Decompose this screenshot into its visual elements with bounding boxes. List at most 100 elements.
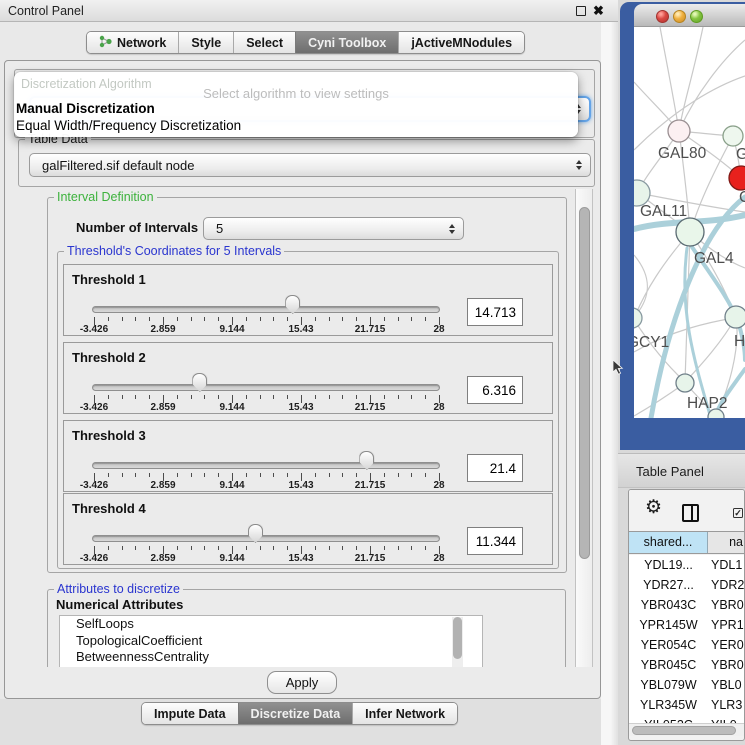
settings-scrollbar[interactable]: [575, 189, 593, 667]
table-rows: YDL19...YDL1YDR27...YDR2YBR043CYBR0YPR14…: [629, 555, 745, 723]
table-row[interactable]: YBL079WYBL0: [629, 675, 745, 695]
apply-button[interactable]: Apply: [267, 671, 337, 694]
threshold-value-field[interactable]: 21.4: [467, 454, 523, 482]
table-data-combo[interactable]: galFiltered.sif default node: [29, 153, 591, 177]
num-intervals-combo[interactable]: 5: [203, 217, 464, 240]
tab-jactivemnodules[interactable]: jActiveMNodules: [398, 32, 524, 53]
network-node-h[interactable]: [725, 306, 745, 328]
column-header-name[interactable]: na: [708, 532, 745, 553]
table-row[interactable]: YBR043CYBR0: [629, 595, 745, 615]
numerical-attributes-list: SelfLoopsTopologicalCoefficientBetweenne…: [59, 615, 483, 667]
combo-arrows-icon: [576, 160, 582, 170]
threshold-value-field[interactable]: 6.316: [467, 376, 523, 404]
table-row[interactable]: YLR345WYLR3: [629, 695, 745, 715]
network-node-hap2[interactable]: [676, 374, 694, 392]
tab-label: Discretize Data: [251, 707, 341, 721]
cell-name[interactable]: YER0: [708, 635, 745, 655]
table-row[interactable]: YPR145WYPR1: [629, 615, 745, 635]
cell-shared-name[interactable]: YDR27...: [629, 575, 708, 595]
attribute-list-item[interactable]: BetweennessCentrality: [60, 649, 482, 666]
threshold-slider-track[interactable]: [92, 535, 440, 542]
network-node-ga[interactable]: [723, 126, 743, 146]
cell-name[interactable]: YIL0: [708, 715, 745, 723]
column-header-shared-name[interactable]: shared...: [629, 532, 708, 553]
cell-name[interactable]: YLR3: [708, 695, 745, 715]
network-window-titlebar[interactable]: [634, 4, 745, 27]
tab-impute-data[interactable]: Impute Data: [142, 703, 238, 724]
threshold-value-field[interactable]: 14.713: [467, 298, 523, 326]
network-edge: [660, 27, 679, 131]
close-icon[interactable]: ✖: [593, 3, 604, 19]
table-row[interactable]: YBR045CYBR0: [629, 655, 745, 675]
network-node-gcy1[interactable]: [634, 308, 642, 328]
cell-name[interactable]: YDL1: [708, 555, 745, 575]
cell-shared-name[interactable]: YIL052C: [629, 715, 708, 723]
float-window-icon[interactable]: [576, 6, 586, 16]
algorithm-dropdown-popup: Discretization Algorithm Select algorith…: [14, 72, 578, 137]
dropdown-item-equal-width[interactable]: Equal Width/Frequency Discretization: [16, 118, 241, 133]
network-node-label: GAL80: [658, 145, 707, 162]
table-hscrollbar[interactable]: [629, 723, 745, 736]
network-node-label: GAL4: [694, 250, 734, 267]
tab-discretize-data[interactable]: Discretize Data: [238, 703, 353, 724]
threshold-value-field[interactable]: 11.344: [467, 527, 523, 555]
threshold-slider-track[interactable]: [92, 384, 440, 391]
cell-name[interactable]: YDR2: [708, 575, 745, 595]
table-row[interactable]: YER054CYER0: [629, 635, 745, 655]
tab-style[interactable]: Style: [178, 32, 233, 53]
cell-name[interactable]: YBR0: [708, 595, 745, 615]
checkbox-icon[interactable]: ✓: [733, 508, 743, 518]
columns-icon[interactable]: [682, 504, 699, 522]
table-row[interactable]: YDL19...YDL1: [629, 555, 745, 575]
cell-shared-name[interactable]: YDL19...: [629, 555, 708, 575]
threshold-box: Threshold 4 -3.4262.8599.14415.4321.7152…: [63, 493, 553, 565]
close-traffic-light-icon[interactable]: [656, 10, 669, 23]
threshold-label: Threshold 1: [72, 272, 146, 287]
num-intervals-value: 5: [216, 221, 223, 236]
threshold-slider-track[interactable]: [92, 306, 440, 313]
screen: Control Panel ✖ NetworkStyleSelectCyni T…: [0, 0, 745, 745]
tab-select[interactable]: Select: [233, 32, 295, 53]
table-row[interactable]: YDR27...YDR2: [629, 575, 745, 595]
cell-shared-name[interactable]: YBR045C: [629, 655, 708, 675]
interval-definition-title: Interval Definition: [54, 191, 157, 204]
cell-name[interactable]: YPR1: [708, 615, 745, 635]
table-data-combo-value: galFiltered.sif default node: [42, 158, 194, 173]
attributes-scrollbar[interactable]: [452, 617, 463, 667]
network-icon: [99, 34, 112, 52]
cell-name[interactable]: YBR0: [708, 655, 745, 675]
attributes-scrollbar-thumb[interactable]: [453, 617, 462, 659]
control-panel-window: Control Panel ✖ NetworkStyleSelectCyni T…: [0, 0, 618, 745]
attribute-list-item[interactable]: TopologicalCoefficient: [60, 633, 482, 650]
tab-infer-network[interactable]: Infer Network: [352, 703, 457, 724]
table-hscrollbar-thumb[interactable]: [632, 726, 736, 735]
cell-shared-name[interactable]: YBL079W: [629, 675, 708, 695]
network-node-gal80[interactable]: [668, 120, 690, 142]
dropdown-item-manual[interactable]: Manual Discretization: [16, 101, 155, 116]
threshold-box: Threshold 2 -3.4262.8599.14415.4321.7152…: [63, 342, 553, 414]
table-panel-title: Table Panel: [636, 464, 704, 479]
numerical-attributes-label: Numerical Attributes: [56, 597, 183, 612]
cell-shared-name[interactable]: YER054C: [629, 635, 708, 655]
cell-shared-name[interactable]: YLR345W: [629, 695, 708, 715]
gear-icon[interactable]: ⚙: [645, 496, 662, 519]
network-node-label: GCY1: [634, 334, 669, 351]
tab-network[interactable]: Network: [87, 32, 178, 53]
thresholds-title: Threshold's Coordinates for 5 Intervals: [64, 245, 284, 258]
threshold-slider-track[interactable]: [92, 462, 440, 469]
cell-shared-name[interactable]: YBR043C: [629, 595, 708, 615]
minimize-traffic-light-icon[interactable]: [673, 10, 686, 23]
tab-cyni-toolbox[interactable]: Cyni Toolbox: [295, 32, 398, 53]
table-row[interactable]: YIL052CYIL0: [629, 715, 745, 723]
settings-viewport: Interval Definition Number of Intervals …: [41, 189, 573, 667]
cell-name[interactable]: YBL0: [708, 675, 745, 695]
network-canvas[interactable]: GAL80GACGAL11GAL4GCY1HHAP2: [634, 27, 745, 418]
attribute-list-item[interactable]: SelfLoops: [60, 616, 482, 633]
network-node-gal4[interactable]: [676, 218, 704, 246]
mouse-cursor: [612, 360, 624, 376]
cell-shared-name[interactable]: YPR145W: [629, 615, 708, 635]
settings-scrollbar-thumb[interactable]: [579, 207, 590, 559]
table-panel-header: Table Panel: [618, 453, 745, 488]
network-node-label: GAL11: [640, 203, 687, 220]
zoom-traffic-light-icon[interactable]: [690, 10, 703, 23]
